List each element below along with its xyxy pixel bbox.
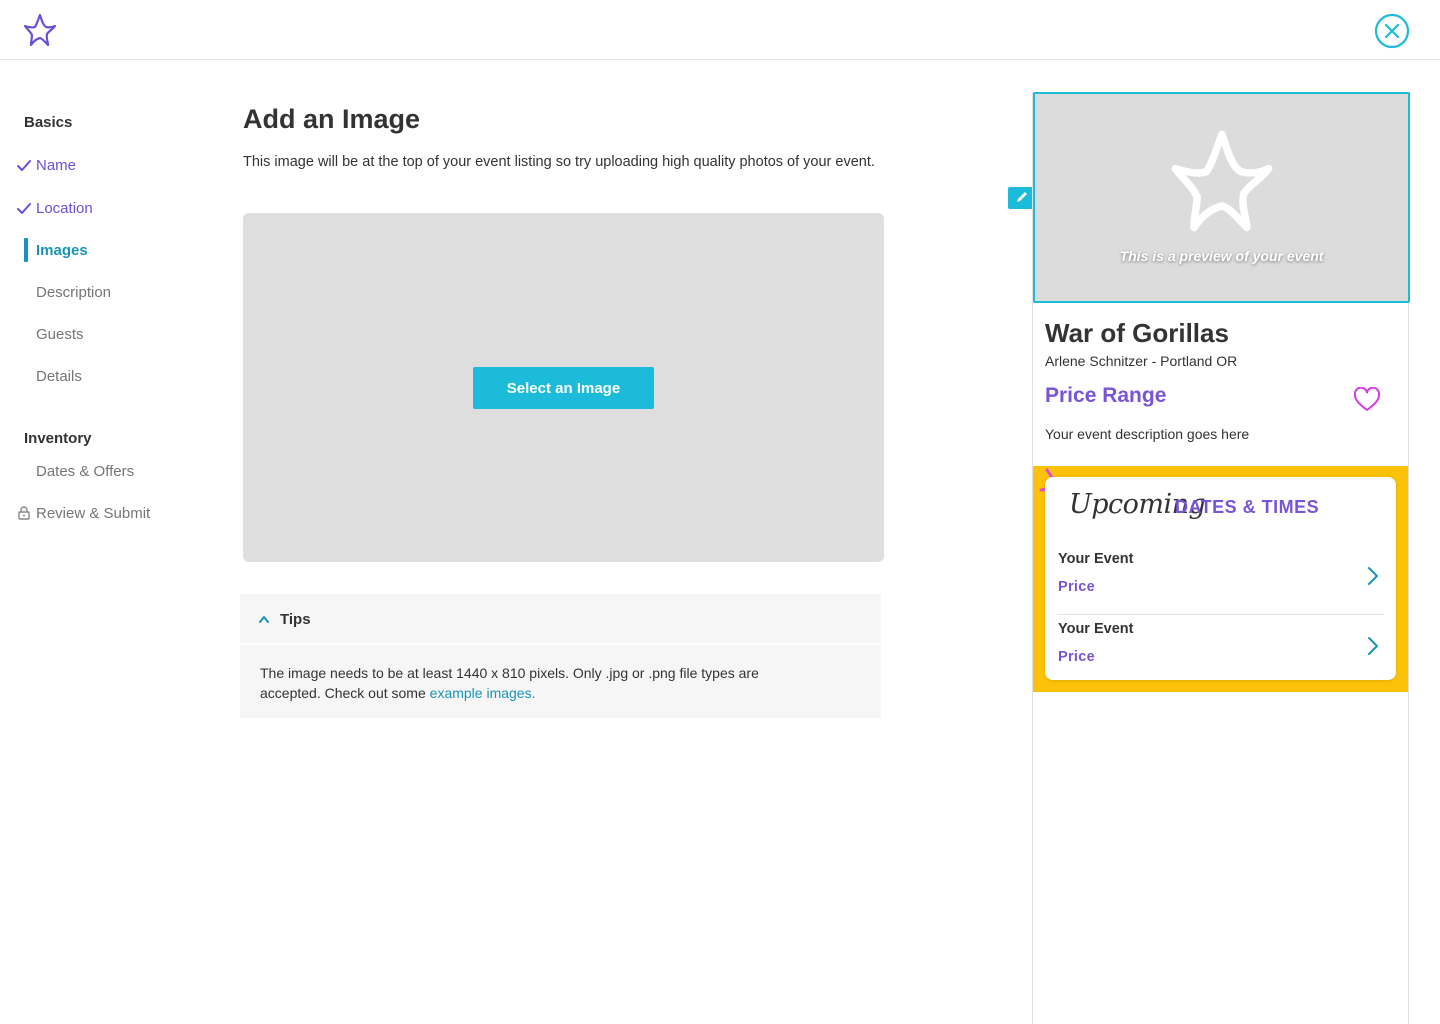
date-event-name: Your Event xyxy=(1058,551,1134,567)
event-description: Your event description goes here xyxy=(1045,426,1250,442)
preview-image-placeholder: This is a preview of your event xyxy=(1033,92,1410,303)
close-icon[interactable] xyxy=(1374,13,1410,49)
sidebar-item-guests[interactable]: Guests xyxy=(36,326,84,343)
preview-caption: This is a preview of your event xyxy=(1119,248,1324,264)
price-range: Price Range xyxy=(1045,384,1167,407)
check-icon xyxy=(17,203,31,214)
lock-icon xyxy=(18,506,30,520)
heart-icon[interactable] xyxy=(1353,387,1381,413)
dates-section: Upcoming DATES & TIMES Your Event Price … xyxy=(1033,466,1408,692)
page-title: Add an Image xyxy=(243,104,421,134)
tips-title: Tips xyxy=(280,611,311,628)
sidebar-item-details[interactable]: Details xyxy=(36,368,82,385)
section-title-inventory: Inventory xyxy=(24,430,92,447)
event-preview-panel: This is a preview of your event War of G… xyxy=(1032,92,1410,1024)
tips-body: The image needs to be at least 1440 x 81… xyxy=(260,663,820,703)
date-row[interactable]: Your Event Price xyxy=(1057,545,1384,615)
date-event-name: Your Event xyxy=(1058,621,1134,637)
sidebar-item-location[interactable]: Location xyxy=(36,200,93,217)
sidebar-item-dates-offers[interactable]: Dates & Offers xyxy=(36,463,134,480)
page-description: This image will be at the top of your ev… xyxy=(243,154,875,170)
date-event-price: Price xyxy=(1058,579,1095,595)
chevron-up-icon xyxy=(259,616,269,623)
event-venue: Arlene Schnitzer - Portland OR xyxy=(1045,353,1238,369)
dates-times-heading: DATES & TIMES xyxy=(1175,497,1320,517)
sidebar-item-name[interactable]: Name xyxy=(36,157,76,174)
sidebar-item-description[interactable]: Description xyxy=(36,284,111,301)
star-logo-icon[interactable] xyxy=(22,12,58,48)
select-image-button[interactable]: Select an Image xyxy=(473,367,654,409)
sidebar-item-images[interactable]: Images xyxy=(36,242,88,259)
star-logo-icon xyxy=(1171,130,1273,232)
active-indicator xyxy=(24,238,28,262)
tips-toggle[interactable]: Tips xyxy=(240,594,881,645)
sidebar-item-review-submit[interactable]: Review & Submit xyxy=(36,505,150,522)
chevron-right-icon xyxy=(1368,567,1378,585)
event-title: War of Gorillas xyxy=(1045,318,1229,348)
example-images-link[interactable]: example images. xyxy=(430,685,536,701)
top-bar xyxy=(0,0,1440,60)
date-row[interactable]: Your Event Price xyxy=(1057,615,1384,685)
dates-card: Upcoming DATES & TIMES Your Event Price … xyxy=(1045,477,1396,680)
tips-panel: Tips The image needs to be at least 1440… xyxy=(240,594,881,718)
date-event-price: Price xyxy=(1058,649,1095,665)
check-icon xyxy=(17,160,31,171)
image-dropzone[interactable]: Select an Image xyxy=(243,213,884,562)
chevron-right-icon xyxy=(1368,637,1378,655)
section-title-basics: Basics xyxy=(24,114,73,131)
